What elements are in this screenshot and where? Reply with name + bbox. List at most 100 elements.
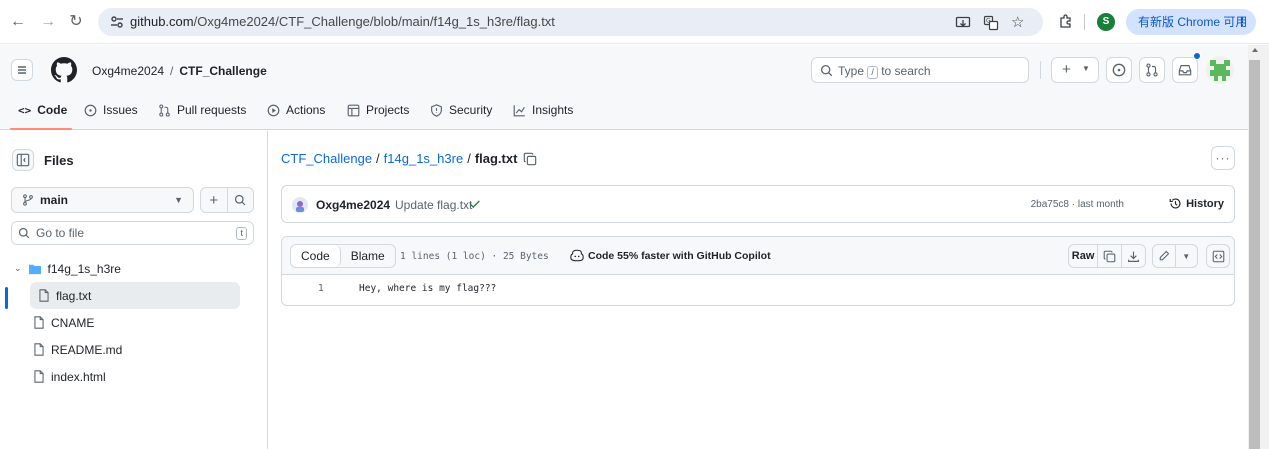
pull-request-icon — [159, 103, 170, 117]
commit-author[interactable]: Oxg4me2024 — [316, 198, 390, 212]
search-icon — [820, 64, 833, 77]
notification-dot — [1193, 52, 1201, 60]
file-actions-group: + — [200, 187, 254, 213]
hamburger-menu-button[interactable] — [11, 59, 33, 81]
file-tree: ⌄ f14g_1s_h3re flag.txt CNAME README.md … — [0, 255, 268, 390]
site-settings-icon[interactable] — [110, 15, 124, 29]
tree-file-row[interactable]: index.html — [0, 363, 268, 390]
page-scrollbar-thumb[interactable] — [1249, 60, 1260, 449]
commit-author-avatar[interactable] — [292, 197, 308, 213]
tab-label: Actions — [286, 103, 326, 117]
tab-pull-requests[interactable]: Pull requests — [158, 103, 246, 117]
commit-message[interactable]: Update flag.txt — [395, 198, 472, 212]
more-options-button[interactable]: ··· — [1211, 146, 1235, 170]
url-text: github.com/Oxg4me2024/CTF_Challenge/blob… — [130, 14, 555, 29]
blame-view-tab[interactable]: Blame — [341, 245, 395, 267]
chevron-down-icon: ⌄ — [14, 263, 22, 273]
breadcrumb-separator: / — [467, 151, 471, 166]
repo-path: Oxg4me2024 / CTF_Challenge — [92, 64, 267, 78]
scroll-up-arrow-icon[interactable] — [1252, 48, 1258, 52]
download-button[interactable] — [1122, 245, 1145, 267]
author-avatar-icon — [292, 197, 308, 213]
copilot-label: Code 55% faster with GitHub Copilot — [588, 249, 771, 262]
tab-issues[interactable]: Issues — [84, 103, 138, 117]
history-button[interactable]: History — [1169, 197, 1224, 210]
copy-path-icon[interactable] — [523, 152, 537, 166]
copilot-promo[interactable]: Code 55% faster with GitHub Copilot — [570, 249, 771, 262]
history-icon — [1169, 198, 1181, 209]
file-icon — [34, 316, 44, 329]
branch-selector[interactable]: main ▼ — [11, 187, 194, 213]
forward-icon[interactable]: → — [38, 12, 58, 32]
tab-security[interactable]: Security — [430, 103, 492, 117]
pull-request-icon — [1146, 63, 1158, 77]
search-files-button[interactable] — [228, 188, 254, 212]
tree-item-label: flag.txt — [56, 288, 92, 303]
search-input[interactable]: Type / to search — [811, 57, 1029, 83]
copy-raw-button[interactable] — [1098, 245, 1122, 267]
file-view-main: CTF_Challenge / f14g_1s_h3re / flag.txt … — [269, 131, 1248, 449]
reload-icon[interactable]: ↻ — [66, 12, 86, 32]
tree-file-row[interactable]: CNAME — [0, 309, 268, 336]
user-avatar[interactable] — [1206, 56, 1234, 84]
issue-open-icon — [1112, 63, 1126, 77]
files-title: Files — [44, 152, 74, 168]
tab-code[interactable]: <> Code — [18, 103, 67, 117]
toolbar-divider — [1084, 14, 1085, 30]
menu-kebab-icon: ⋮ — [1236, 15, 1248, 29]
line-number[interactable]: 1 — [318, 283, 324, 294]
tab-label: Issues — [103, 103, 138, 117]
add-file-button[interactable]: + — [201, 188, 228, 212]
inbox-icon — [1178, 65, 1192, 76]
file-info: 1 lines (1 loc) · 25 Bytes — [400, 251, 549, 262]
owner-link[interactable]: Oxg4me2024 — [92, 64, 164, 78]
raw-button[interactable]: Raw — [1069, 245, 1099, 267]
chrome-update-button[interactable]: 有新版 Chrome 可用 ⋮ — [1126, 9, 1256, 35]
issues-button[interactable] — [1106, 57, 1132, 83]
profile-avatar[interactable]: S — [1097, 13, 1115, 31]
tree-file-row[interactable]: README.md — [0, 336, 268, 363]
pull-requests-button[interactable] — [1139, 57, 1165, 83]
search-icon — [18, 227, 30, 239]
caret-down-icon: ▼ — [1182, 251, 1191, 261]
tree-folder-row[interactable]: ⌄ f14g_1s_h3re — [0, 255, 268, 282]
tab-label: Pull requests — [177, 103, 247, 117]
install-app-icon[interactable] — [955, 15, 971, 31]
repo-link[interactable]: CTF_Challenge — [179, 64, 266, 78]
breadcrumb-folder-link[interactable]: f14g_1s_h3re — [384, 151, 464, 166]
tree-item-label: index.html — [51, 369, 106, 384]
symbols-panel-button[interactable] — [1206, 244, 1230, 268]
collapse-sidebar-button[interactable] — [12, 149, 34, 171]
copy-icon — [1103, 250, 1116, 262]
breadcrumb-separator: / — [376, 151, 380, 166]
table-icon — [347, 104, 360, 116]
translate-icon[interactable]: G — [983, 15, 999, 31]
inbox-button[interactable] — [1172, 57, 1198, 83]
check-icon — [468, 197, 482, 211]
address-bar[interactable]: github.com/Oxg4me2024/CTF_Challenge/blob… — [98, 8, 1043, 36]
create-new-button[interactable]: + ▼ — [1051, 57, 1099, 83]
plus-icon: + — [1062, 61, 1071, 78]
tab-projects[interactable]: Projects — [347, 103, 409, 117]
tree-file-row-selected[interactable]: flag.txt — [30, 282, 240, 309]
back-icon[interactable]: ← — [8, 12, 28, 32]
tab-actions[interactable]: Actions — [267, 103, 325, 117]
github-logo-icon[interactable] — [51, 57, 77, 83]
github-header: Oxg4me2024 / CTF_Challenge Type / to searc… — [0, 45, 1248, 130]
extensions-icon[interactable] — [1058, 13, 1074, 29]
edit-dropdown-button[interactable]: ▼ — [1176, 245, 1198, 267]
go-to-file-placeholder: Go to file — [36, 226, 85, 240]
tab-insights[interactable]: Insights — [513, 103, 573, 117]
bookmark-star-icon[interactable]: ☆ — [1011, 15, 1027, 31]
svg-text:G: G — [986, 18, 991, 25]
caret-down-icon: ▼ — [174, 195, 183, 205]
shield-icon — [431, 103, 442, 117]
caret-down-icon: ▼ — [1082, 64, 1090, 73]
commit-meta[interactable]: 2ba75c8 · last month — [1031, 199, 1124, 210]
tree-item-label: f14g_1s_h3re — [47, 261, 121, 276]
breadcrumb-repo-link[interactable]: CTF_Challenge — [281, 151, 372, 166]
code-view-tab[interactable]: Code — [291, 245, 341, 267]
tree-item-label: README.md — [51, 342, 123, 357]
edit-file-button[interactable] — [1153, 245, 1176, 267]
go-to-file-input[interactable]: Go to file t — [11, 221, 254, 245]
